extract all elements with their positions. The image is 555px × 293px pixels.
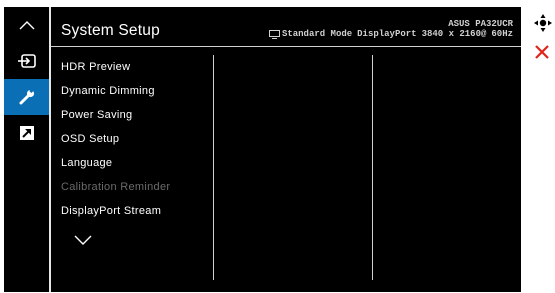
left-rail bbox=[4, 7, 49, 292]
color-mode: Standard Mode bbox=[281, 29, 353, 39]
navigation-joystick-icon bbox=[534, 14, 552, 32]
resolution: 3840 x 2160@ bbox=[421, 29, 487, 39]
system-setup-button[interactable] bbox=[4, 79, 49, 115]
scroll-up-button[interactable] bbox=[4, 7, 49, 43]
wrench-icon bbox=[19, 88, 34, 105]
side-controls bbox=[534, 14, 552, 62]
column-divider-2 bbox=[372, 55, 373, 280]
monitor-icon bbox=[268, 29, 280, 39]
navigate-button[interactable] bbox=[534, 14, 552, 32]
menu-list: HDR Preview Dynamic Dimming Power Saving… bbox=[61, 60, 170, 228]
refresh-rate: 60Hz bbox=[491, 29, 513, 39]
monitor-model: ASUS PA32UCR bbox=[448, 19, 513, 29]
menu-item-dynamic-dimming[interactable]: Dynamic Dimming bbox=[61, 84, 170, 108]
exit-button[interactable] bbox=[534, 44, 552, 62]
input-select-button[interactable] bbox=[4, 43, 49, 79]
page-title: System Setup bbox=[61, 22, 160, 39]
menu-item-displayport-stream[interactable]: DisplayPort Stream bbox=[61, 204, 170, 228]
shortcut-icon bbox=[19, 126, 34, 140]
scroll-down-button[interactable] bbox=[74, 232, 92, 250]
status-info: ASUS PA32UCR Standard Mode DisplayPort 3… bbox=[268, 19, 513, 39]
menu-item-power-saving[interactable]: Power Saving bbox=[61, 108, 170, 132]
menu-item-calibration-reminder: Calibration Reminder bbox=[61, 181, 171, 193]
menu-item-osd-setup[interactable]: OSD Setup bbox=[61, 132, 170, 156]
input-select-icon bbox=[17, 54, 36, 68]
chevron-down-icon bbox=[74, 235, 92, 245]
header-divider bbox=[51, 46, 521, 47]
osd-menu: System Setup ASUS PA32UCR Standard Mode … bbox=[4, 7, 521, 292]
shortcut-button[interactable] bbox=[4, 115, 49, 151]
close-icon bbox=[535, 45, 549, 59]
column-divider-1 bbox=[213, 55, 214, 280]
chevron-up-icon bbox=[19, 21, 34, 30]
menu-panel: System Setup ASUS PA32UCR Standard Mode … bbox=[51, 7, 521, 292]
menu-item-hdr-preview[interactable]: HDR Preview bbox=[61, 60, 170, 84]
input-source: DisplayPort bbox=[357, 29, 417, 39]
menu-item-language[interactable]: Language bbox=[61, 156, 170, 180]
